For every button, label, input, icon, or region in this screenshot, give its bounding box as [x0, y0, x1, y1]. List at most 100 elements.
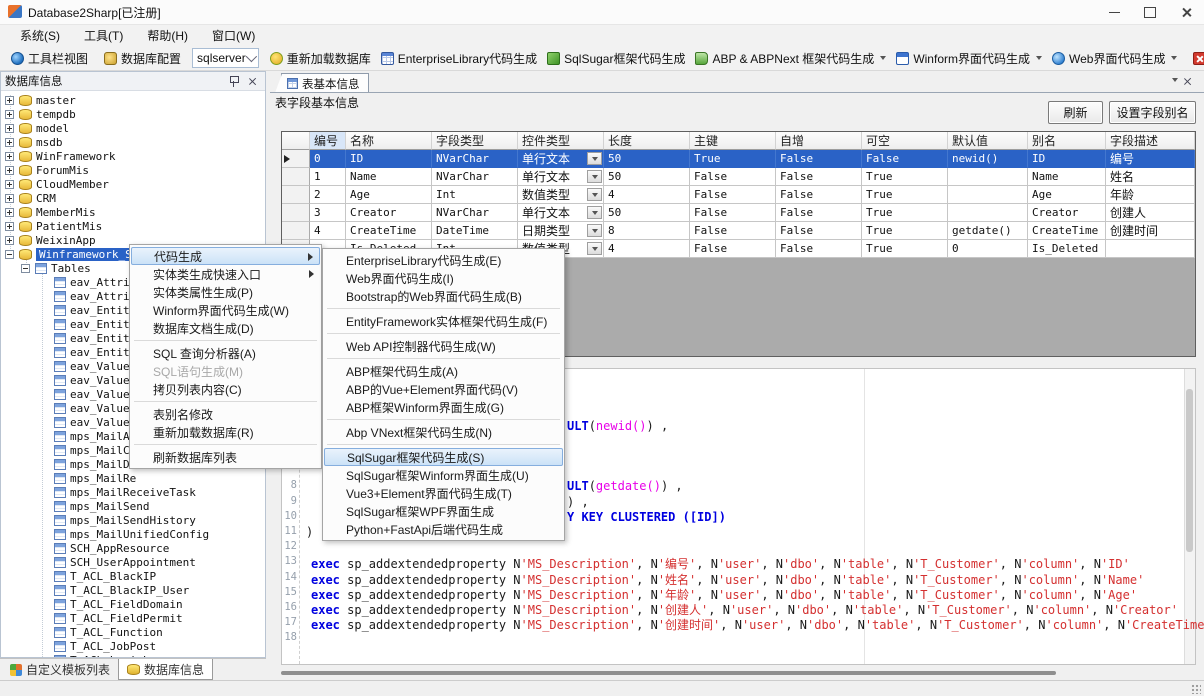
expander-icon[interactable]	[5, 152, 14, 161]
tree-item-table[interactable]: mps_MailCo	[49, 443, 136, 457]
grid-cell[interactable]: newid()	[948, 150, 1028, 168]
toolbar-button[interactable]: 重新加载数据库	[265, 48, 376, 69]
database-type-combo[interactable]: sqlserver	[192, 48, 259, 68]
grid-cell[interactable]: 1	[310, 168, 346, 186]
grid-column-header[interactable]: 长度	[604, 132, 690, 150]
toolbar-button[interactable]: Web界面代码生成	[1047, 48, 1182, 69]
tree-item-table[interactable]: mps_MailDe	[49, 457, 136, 471]
grid-cell[interactable]: Name	[1028, 168, 1106, 186]
grid-cell[interactable]: DateTime	[432, 222, 518, 240]
combo-dropdown-button[interactable]	[587, 206, 602, 219]
maximize-button[interactable]	[1132, 0, 1168, 24]
grid-cell[interactable]: True	[690, 150, 776, 168]
grid-cell[interactable]: 单行文本	[518, 204, 604, 222]
toolbar-button[interactable]: EnterpriseLibrary代码生成	[376, 48, 542, 69]
sql-horizontal-scrollbar[interactable]	[281, 671, 1056, 675]
grid-cell[interactable]: 创建人	[1106, 204, 1195, 222]
menu-item[interactable]: EntityFramework实体框架代码生成(F)	[324, 312, 563, 330]
grid-cell[interactable]: 4	[604, 240, 690, 258]
expander-icon[interactable]	[5, 250, 14, 259]
grid-cell[interactable]: False	[690, 168, 776, 186]
tree-item-table[interactable]: eav_Entity	[49, 317, 136, 331]
tree-item-table[interactable]: T_ACL_JobPost	[49, 639, 156, 653]
tree-item-database[interactable]: ForumMis	[5, 163, 89, 177]
tree-item-database[interactable]: WeixinApp	[5, 233, 96, 247]
grid-cell[interactable]: 4	[310, 222, 346, 240]
grid-cell[interactable]: 50	[604, 168, 690, 186]
refresh-button[interactable]: 刷新	[1048, 101, 1103, 124]
grid-row-header[interactable]	[282, 222, 310, 240]
menu-item[interactable]: SqlSugar框架Winform界面生成(U)	[324, 466, 563, 484]
grid-cell[interactable]: True	[862, 240, 948, 258]
grid-cell[interactable]: Creator	[346, 204, 432, 222]
expander-icon[interactable]	[21, 264, 30, 273]
grid-column-header[interactable]: 名称	[346, 132, 432, 150]
tree-item-database[interactable]: PatientMis	[5, 219, 102, 233]
expander-icon[interactable]	[5, 236, 14, 245]
grid-cell[interactable]: True	[862, 186, 948, 204]
menubar-item[interactable]: 帮助(H)	[135, 25, 200, 46]
combo-dropdown-button[interactable]	[587, 242, 602, 255]
resize-grip[interactable]	[1191, 684, 1201, 694]
menu-item[interactable]: SQL 查询分析器(A)	[131, 344, 320, 362]
tree-item-table[interactable]: eav_Value_	[49, 415, 136, 429]
menu-item[interactable]: 拷贝列表内容(C)	[131, 380, 320, 398]
panel-tab-inactive[interactable]: 自定义模板列表	[2, 659, 118, 680]
grid-cell[interactable]: 创建时间	[1106, 222, 1195, 240]
grid-cell[interactable]: CreateTime	[346, 222, 432, 240]
grid-cell[interactable]: False	[776, 186, 862, 204]
tree-item-table[interactable]: mps_MailReceiveTask	[49, 485, 196, 499]
menu-item[interactable]: Winform界面代码生成(W)	[131, 301, 320, 319]
tree-item-table[interactable]: eav_Attrib	[49, 275, 136, 289]
grid-cell[interactable]: getdate()	[948, 222, 1028, 240]
tree-item-table[interactable]: SCH_UserAppointment	[49, 555, 196, 569]
grid-row-header[interactable]	[282, 150, 310, 168]
menu-item[interactable]: Bootstrap的Web界面代码生成(B)	[324, 287, 563, 305]
menu-item[interactable]: 代码生成	[131, 247, 320, 265]
menubar-item[interactable]: 窗口(W)	[200, 25, 267, 46]
expander-icon[interactable]	[5, 110, 14, 119]
grid-row-header[interactable]	[282, 186, 310, 204]
tree-item-database-selected[interactable]: Winframework_Sug	[5, 247, 148, 261]
menu-item[interactable]: SqlSugar框架WPF界面生成	[324, 502, 563, 520]
menu-item[interactable]: 重新加载数据库(R)	[131, 423, 320, 441]
pin-icon[interactable]	[229, 75, 238, 87]
grid-row-header[interactable]	[282, 204, 310, 222]
menu-item[interactable]: Abp VNext框架代码生成(N)	[324, 423, 563, 441]
grid-cell[interactable]: Age	[346, 186, 432, 204]
tree-item-database[interactable]: tempdb	[5, 107, 76, 121]
combo-dropdown-button[interactable]	[587, 152, 602, 165]
grid-column-header[interactable]: 别名	[1028, 132, 1106, 150]
tree-item-table[interactable]: eav_Value_	[49, 359, 136, 373]
panel-tab-active[interactable]: 数据库信息	[118, 659, 213, 680]
toolbar-button[interactable]: ABP & ABPNext 框架代码生成	[690, 48, 891, 69]
dropdown-arrow-icon[interactable]	[1036, 56, 1042, 60]
tree-item-table[interactable]: T_ACL_BlackIP_User	[49, 583, 189, 597]
close-button[interactable]	[1168, 0, 1204, 24]
grid-cell[interactable]: Creator	[1028, 204, 1106, 222]
expander-icon[interactable]	[5, 222, 14, 231]
grid-cell[interactable]: ID	[346, 150, 432, 168]
tree-item-table[interactable]: eav_Entity	[49, 345, 136, 359]
menu-item[interactable]: Web API控制器代码生成(W)	[324, 337, 563, 355]
grid-cell[interactable]: True	[862, 222, 948, 240]
panel-close-icon[interactable]	[248, 77, 257, 86]
tree-item-table[interactable]: eav_Entity	[49, 331, 136, 345]
menu-item[interactable]: 实体类生成快速入口	[131, 265, 320, 283]
grid-cell[interactable]	[948, 168, 1028, 186]
grid-cell[interactable]	[1106, 240, 1195, 258]
tree-item-table[interactable]: mps_MailSendHistory	[49, 513, 196, 527]
grid-cell[interactable]: 2	[310, 186, 346, 204]
tree-item-database[interactable]: CloudMember	[5, 177, 109, 191]
expander-icon[interactable]	[5, 180, 14, 189]
expander-icon[interactable]	[5, 138, 14, 147]
menu-item[interactable]: SqlSugar框架代码生成(S)	[324, 448, 563, 466]
grid-cell[interactable]: 日期类型	[518, 222, 604, 240]
tree-item-table[interactable]: mps_MailAt	[49, 429, 136, 443]
menu-item[interactable]: Web界面代码生成(I)	[324, 269, 563, 287]
tree-item-table[interactable]: mps_MailSend	[49, 499, 149, 513]
menu-item[interactable]: 刷新数据库列表	[131, 448, 320, 466]
tree-item-table[interactable]: mps_MailRe	[49, 471, 136, 485]
grid-cell[interactable]: 4	[604, 186, 690, 204]
toolbar-button[interactable]: 数据库配置	[99, 48, 186, 69]
